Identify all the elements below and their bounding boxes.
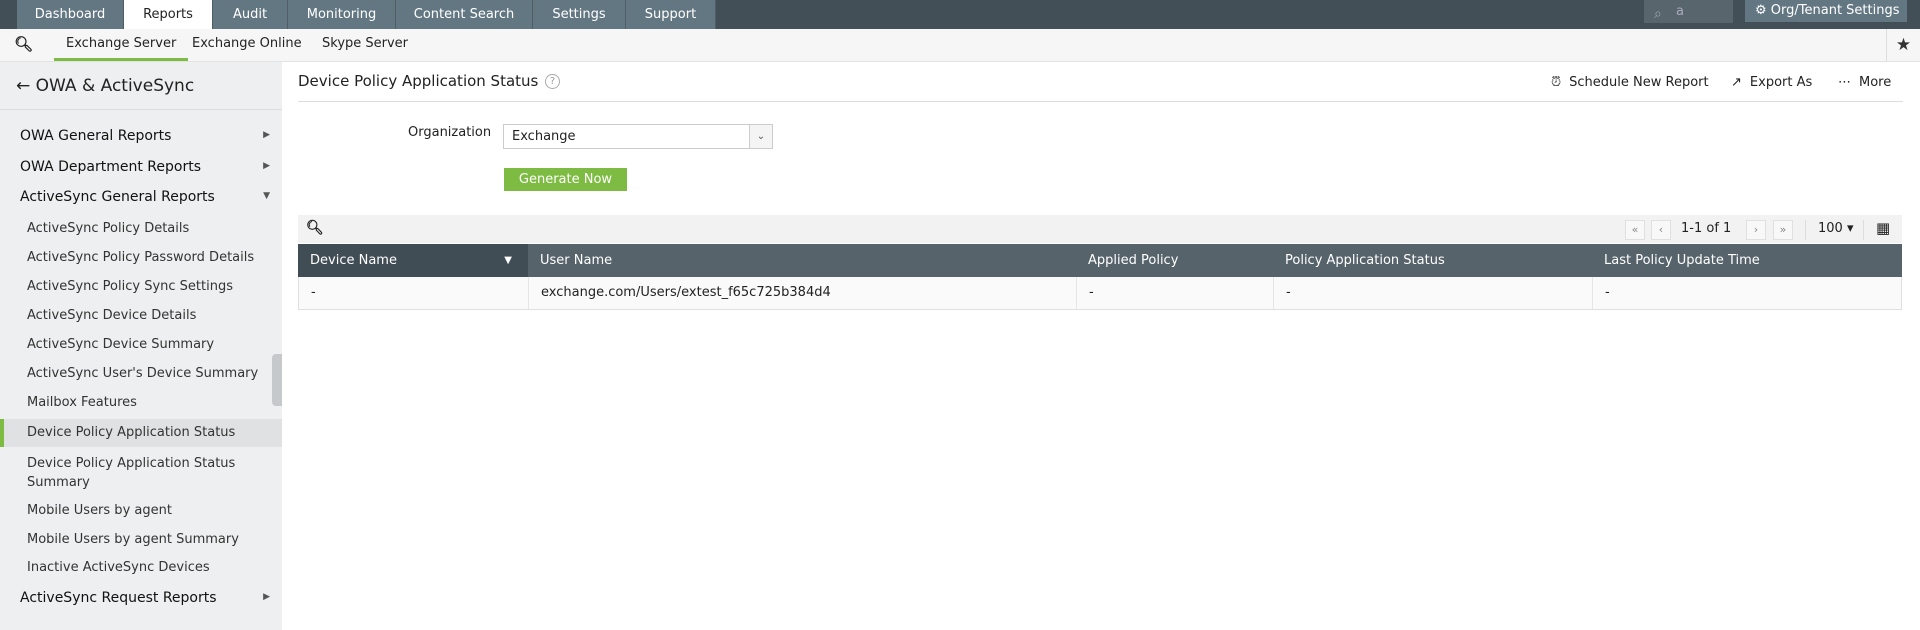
header-divider [298, 101, 1903, 102]
sidebar-item[interactable]: ActiveSync Policy Password Details [0, 250, 282, 266]
caret-right-icon: ▶ [263, 592, 270, 602]
sidebar: ← OWA & ActiveSync OWA General Reports ▶ … [0, 62, 282, 630]
sidebar-item[interactable]: ActiveSync Device Summary [0, 337, 282, 353]
column-header-device-name[interactable]: Device Name ▼ [298, 244, 528, 277]
sidebar-section-owa-general[interactable]: OWA General Reports ▶ [20, 128, 270, 144]
search-filter-icon[interactable]: 🔍︎ [14, 35, 33, 53]
last-page-button[interactable]: » [1773, 220, 1793, 240]
more-button[interactable]: ⋯ More [1838, 75, 1891, 90]
tab-dashboard[interactable]: Dashboard [17, 0, 124, 29]
more-icon: ⋯ [1838, 75, 1851, 90]
organization-label: Organization [408, 125, 492, 140]
cell-last-update: - [1605, 285, 1610, 300]
tab-settings[interactable]: Settings [533, 0, 626, 29]
tab-monitoring[interactable]: Monitoring [288, 0, 396, 29]
subtab-exchange-server[interactable]: Exchange Server [54, 29, 189, 61]
sidebar-collapse-handle[interactable] [272, 354, 282, 406]
caret-right-icon: ▶ [263, 130, 270, 140]
cell-applied-policy: - [1077, 277, 1274, 309]
column-header-policy-status[interactable]: Policy Application Status [1273, 244, 1445, 277]
column-header-applied-policy[interactable]: Applied Policy [1076, 244, 1178, 277]
sidebar-item[interactable]: Device Policy Application Status Summary [0, 454, 250, 492]
help-icon[interactable]: ? [545, 74, 560, 89]
search-icon: ⌕ [1654, 6, 1662, 22]
favorite-star-icon[interactable]: ★ [1886, 29, 1920, 61]
sidebar-section-activesync-request[interactable]: ActiveSync Request Reports ▶ [20, 590, 270, 606]
top-nav-bar: Dashboard Reports Audit Monitoring Conte… [0, 0, 1920, 29]
organization-select[interactable]: Exchange ⌄ [503, 124, 773, 149]
sidebar-item[interactable]: Mobile Users by agent [0, 503, 282, 519]
table-search-icon[interactable]: 🔍︎ [306, 220, 324, 236]
pagination-info: 1-1 of 1 [1681, 221, 1732, 236]
cell-policy-status: - [1274, 277, 1593, 309]
alarm-clock-icon: ⏰︎ [1551, 75, 1562, 90]
caret-down-icon: ▼ [263, 191, 270, 201]
sidebar-item[interactable]: Inactive ActiveSync Devices [0, 560, 282, 576]
sub-nav-bar: 🔍︎ Exchange Server Exchange Online Skype… [0, 29, 1920, 62]
table-row: - exchange.com/Users/extest_f65c725b384d… [298, 277, 1902, 310]
column-chooser-icon[interactable]: ▦ [1876, 219, 1890, 237]
sidebar-item[interactable]: ActiveSync User's Device Summary [0, 366, 282, 382]
sidebar-section-activesync-general[interactable]: ActiveSync General Reports ▼ [20, 189, 270, 205]
sidebar-item[interactable]: ActiveSync Device Details [0, 308, 282, 324]
org-tenant-settings-button[interactable]: ⚙ Org/Tenant Settings [1745, 0, 1907, 22]
divider [1805, 220, 1806, 240]
divider [1863, 220, 1864, 240]
caret-right-icon: ▶ [263, 161, 270, 171]
tab-support[interactable]: Support [626, 0, 716, 29]
sidebar-item[interactable]: Mobile Users by agent Summary [0, 532, 282, 548]
prev-page-button[interactable]: ‹ [1651, 220, 1671, 240]
subtab-skype-server[interactable]: Skype Server [310, 29, 420, 61]
cell-device-name: - [299, 277, 529, 309]
subtab-exchange-online[interactable]: Exchange Online [180, 29, 314, 61]
table-header: Device Name ▼ User Name Applied Policy Po… [298, 244, 1902, 277]
sidebar-item-selected[interactable]: Device Policy Application Status [0, 419, 282, 447]
schedule-report-button[interactable]: ⏰︎ Schedule New Report [1551, 75, 1709, 90]
generate-now-button[interactable]: Generate Now [504, 168, 627, 191]
first-page-button[interactable]: « [1625, 220, 1645, 240]
tab-content-search[interactable]: Content Search [396, 0, 533, 29]
sidebar-item[interactable]: ActiveSync Policy Sync Settings [0, 279, 282, 295]
global-search-input[interactable]: ⌕ a [1644, 0, 1733, 23]
export-icon: ↗ [1731, 75, 1742, 90]
export-as-button[interactable]: ↗ Export As [1731, 75, 1812, 90]
sidebar-section-owa-department[interactable]: OWA Department Reports ▶ [20, 159, 270, 175]
tab-reports[interactable]: Reports [124, 0, 213, 29]
gear-icon: ⚙ [1755, 3, 1771, 18]
table-toolbar: 🔍︎ « ‹ 1-1 of 1 › » 100 ▾ ▦ [298, 215, 1902, 243]
sidebar-back-header[interactable]: ← OWA & ActiveSync [0, 62, 282, 110]
next-page-button[interactable]: › [1746, 220, 1766, 240]
chevron-down-icon: ⌄ [749, 125, 772, 148]
page-size-select[interactable]: 100 ▾ [1818, 221, 1854, 236]
sidebar-item[interactable]: Mailbox Features [0, 395, 282, 411]
column-header-last-update[interactable]: Last Policy Update Time [1592, 244, 1760, 277]
cell-user-name: exchange.com/Users/extest_f65c725b384d4 [529, 277, 1077, 309]
tab-audit[interactable]: Audit [213, 0, 288, 29]
sort-down-icon[interactable]: ▼ [504, 244, 512, 277]
page-title: Device Policy Application Status [298, 72, 539, 90]
back-arrow-icon: ← [16, 76, 36, 96]
column-header-user-name[interactable]: User Name [528, 244, 612, 277]
sidebar-item[interactable]: ActiveSync Policy Details [0, 221, 282, 237]
